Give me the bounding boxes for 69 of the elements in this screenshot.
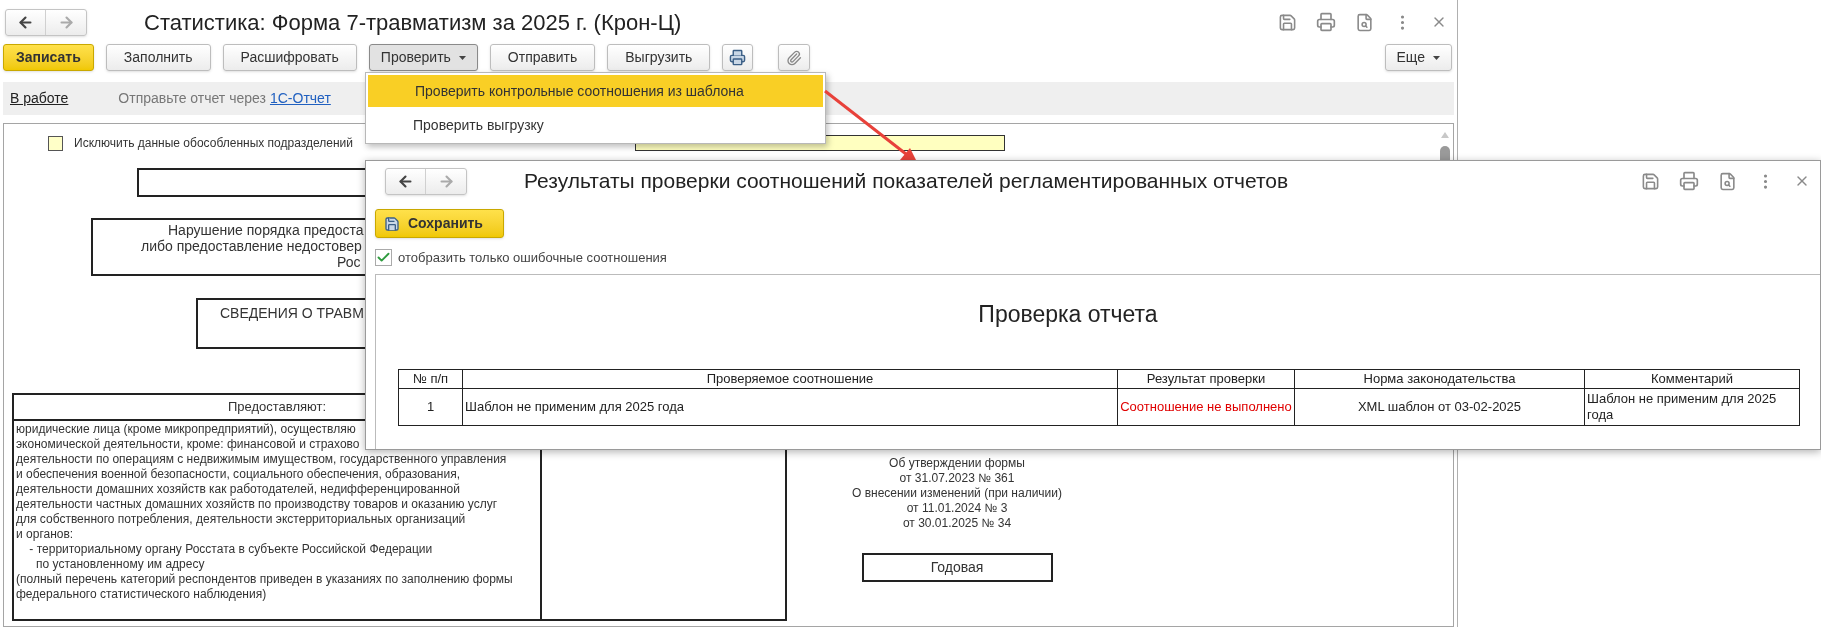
order-text: от 30.01.2025 № 34 [902, 516, 1012, 531]
caret-icon [458, 55, 466, 60]
menu-item[interactable]: Проверить выгрузку [366, 109, 825, 141]
provide-text: - территориальному органу Росстата в субъекте Российской Федерации [28, 542, 433, 557]
status-link[interactable]: В работе [10, 88, 69, 109]
print-icon[interactable] [1316, 12, 1336, 32]
provide-text: для собственного потребления, деятельности экстерриториальных организаций [16, 512, 466, 527]
paperclip-icon [786, 49, 803, 66]
filter-checkbox[interactable] [375, 249, 392, 267]
status-hint: Отправьте отчет через [118, 89, 266, 108]
provide-text: деятельности частных домашних хозяйств по производству товаров и оказанию услуг [16, 497, 498, 512]
toolbar-button[interactable]: Выгрузить [607, 44, 711, 71]
provide-text: деятельности домашних хозяйств как работодателей, недифференцированной [16, 482, 460, 497]
table-cell-text: 1 [425, 398, 436, 416]
print-icon [729, 49, 747, 66]
provide-text: по установленному им адресу [35, 557, 205, 572]
order-text: О внесении изменений (при наличии) [851, 486, 1062, 501]
print-button[interactable] [722, 44, 754, 71]
preview-icon[interactable] [1718, 171, 1737, 191]
toolbar-button[interactable]: Заполнить [105, 44, 211, 71]
violation-text: Рос [337, 254, 361, 270]
report-title: Проверка отчета [978, 299, 1158, 329]
column-header: Комментарий [1584, 370, 1799, 388]
save-icon[interactable] [1278, 12, 1297, 32]
save-icon [384, 215, 400, 232]
preview-icon[interactable] [1355, 12, 1374, 32]
forward-icon [437, 172, 455, 190]
save-button[interactable]: Сохранить [375, 209, 504, 238]
toolbar-button[interactable]: Отправить [489, 44, 596, 71]
toolbar-button[interactable]: Расшифровать [222, 44, 357, 71]
filter-label: отобразить только ошибочные соотношения [398, 249, 667, 267]
back-icon [17, 13, 34, 31]
attach-button[interactable] [778, 44, 811, 71]
violation-text: Нарушение порядка предоста [168, 222, 364, 238]
print-icon[interactable] [1679, 171, 1699, 191]
order-text: от 11.01.2024 № 3 [906, 501, 1008, 516]
more-button[interactable]: Еще [1384, 44, 1452, 71]
table-cell: Шаблон не применим для 2025 года [1584, 389, 1799, 425]
info-title: СВЕДЕНИЯ О ТРАВМ [220, 305, 364, 321]
checkbox-label: Исключить данные обособленных подразделений [74, 135, 353, 152]
order-text: Об утверждении формы [889, 456, 1025, 471]
table-cell: XML шаблон от 03-02-2025 [1294, 389, 1584, 425]
back-icon [397, 172, 414, 190]
provide-text: и обеспечения военной безопасности, социального обеспечения, образования, [16, 467, 460, 482]
provide-text: федерального статистического наблюдения) [16, 587, 267, 602]
forward-icon [57, 13, 75, 31]
window-title: Статистика: Форма 7-травматизм за 2025 г. (Крон-Ц) [144, 8, 683, 37]
table-cell: Шаблон не применим для 2025 года [462, 389, 1117, 425]
provide-text: экономической деятельности, кроме: финансовой и страхово [16, 437, 360, 452]
caret-icon [1433, 55, 1440, 60]
provide-text: деятельности по операциям с недвижимым имуществом, государственного управления [16, 452, 507, 467]
check-menu-button[interactable]: Проверить [368, 44, 478, 71]
save-icon[interactable] [1641, 171, 1660, 191]
column-header: Норма законодательства [1294, 370, 1584, 388]
column-header: Результат проверки [1117, 370, 1294, 388]
violation-text: либо предоставление недостовер [141, 238, 362, 254]
column-header: Проверяемое соотношение [462, 370, 1117, 388]
column-header: № п/п [411, 370, 450, 388]
order-text: от 31.07.2023 № 361 [899, 471, 1015, 486]
record-button[interactable]: Записать [3, 44, 94, 71]
provide-text: (полный перечень категорий респондентов приведен в указаниях по заполнению формы [16, 572, 513, 587]
period-box: Годовая [861, 553, 1053, 582]
exclude-checkbox[interactable] [48, 135, 63, 151]
table-cell: Соотношение не выполнено [1117, 389, 1294, 425]
provide-text: и органов: [16, 527, 74, 542]
dialog-title: Результаты проверки соотношений показателей регламентированных отчетов [524, 168, 1290, 195]
menu-item[interactable]: Проверить контрольные соотношения из шаблона [368, 75, 823, 107]
reporting-link[interactable]: 1С-Отчет [269, 88, 331, 109]
provide-text: юридические лица (кроме микропредприятий), осуществляю [16, 422, 356, 437]
